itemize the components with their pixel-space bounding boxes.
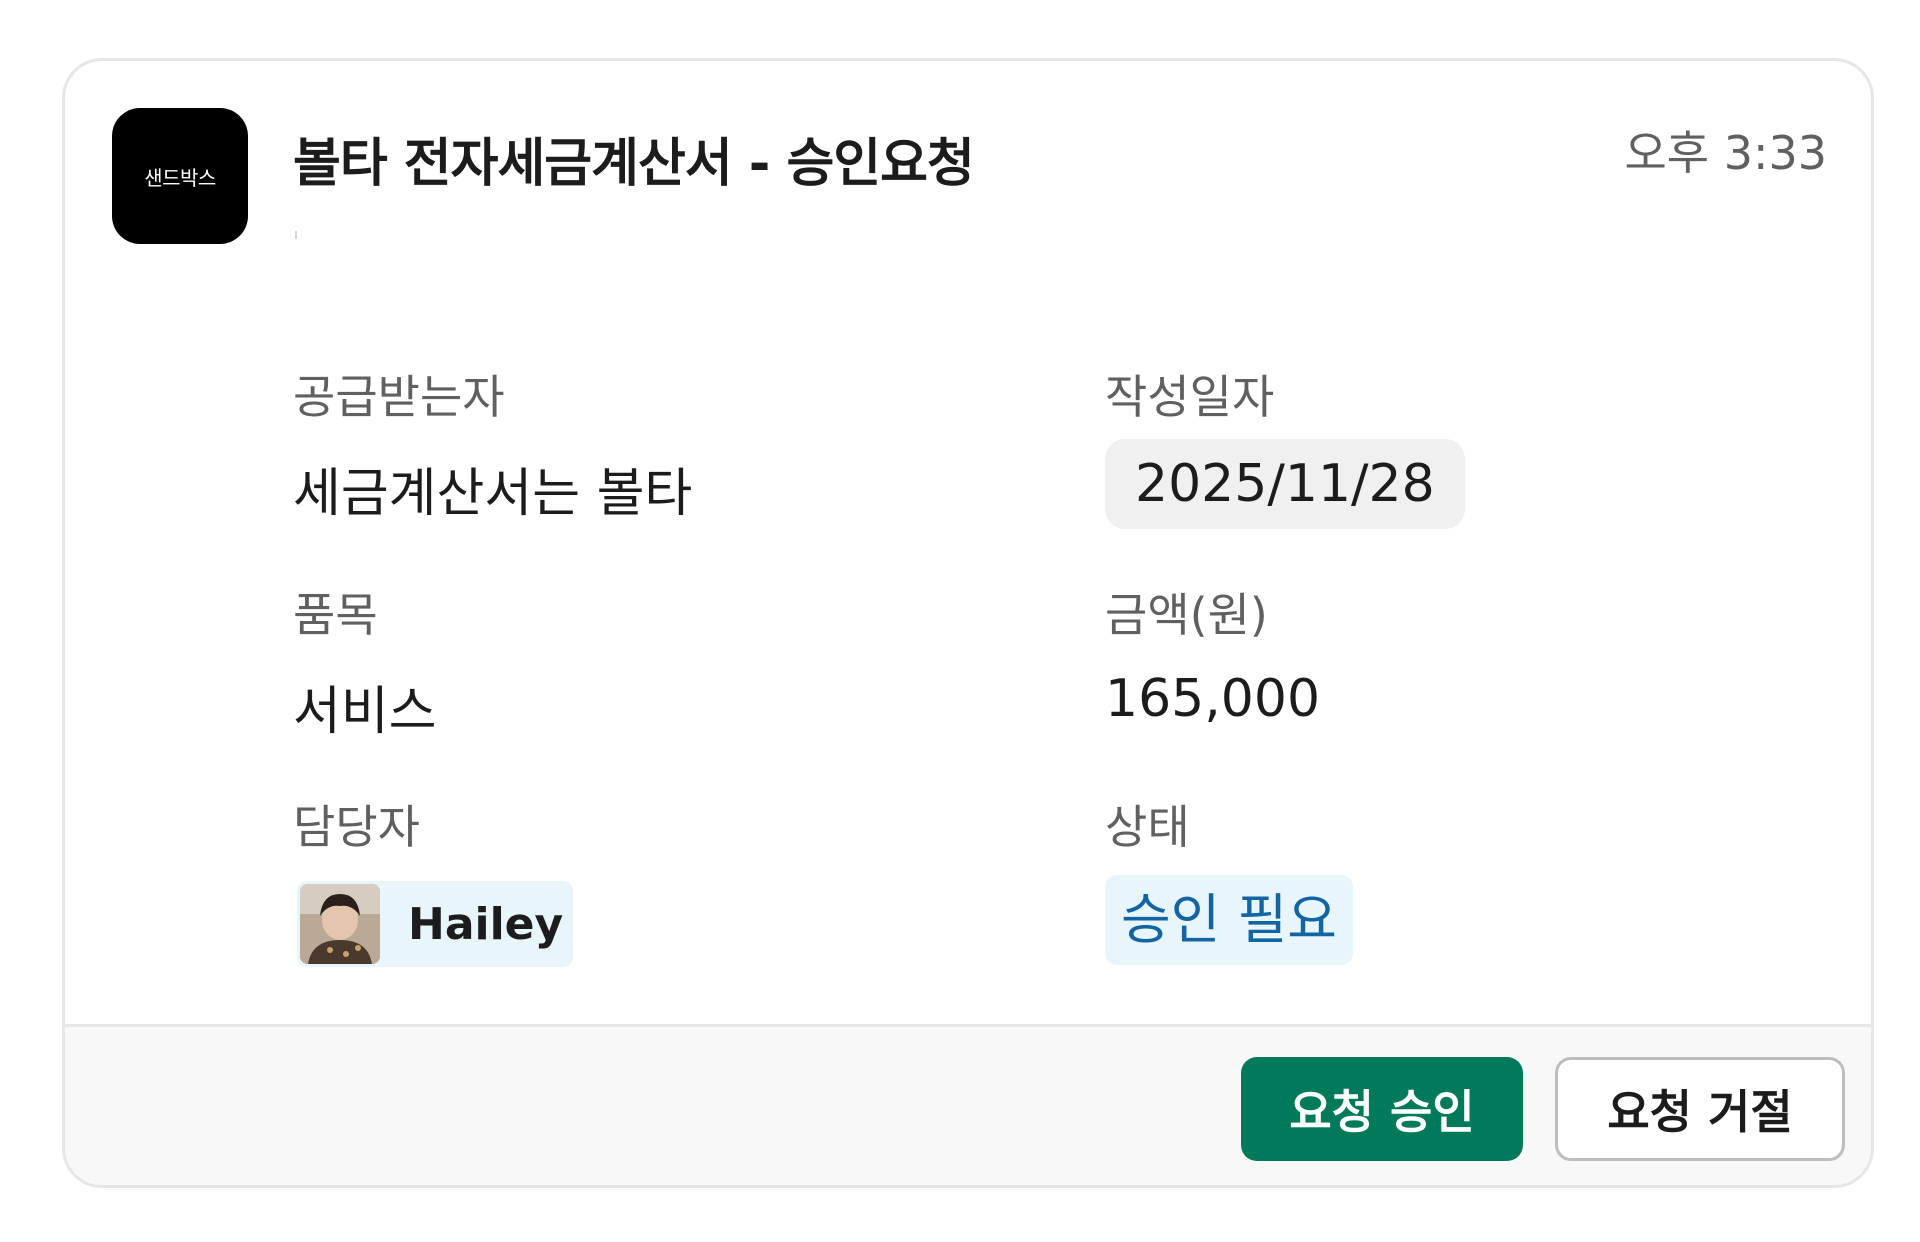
divider-mark xyxy=(295,231,297,239)
message-timestamp[interactable]: 오후 3:33 xyxy=(1624,117,1827,183)
reject-request-button[interactable]: 요청 거절 xyxy=(1555,1057,1845,1161)
amount-label: 금액(원) xyxy=(1105,588,1268,642)
manager-label: 담당자 xyxy=(293,800,420,854)
issue-date-value: 2025/11/28 xyxy=(1105,439,1465,529)
approve-request-button[interactable]: 요청 승인 xyxy=(1241,1057,1523,1161)
user-mention-chip[interactable]: Hailey xyxy=(297,881,573,967)
amount-value: 165,000 xyxy=(1105,669,1321,729)
recipient-value: 세금계산서는 볼타 xyxy=(293,464,693,524)
action-footer: 요청 승인 요청 거절 xyxy=(65,1024,1871,1185)
item-label: 품목 xyxy=(293,588,378,642)
message-title: 볼타 전자세금계산서 - 승인요청 xyxy=(293,134,975,194)
item-value: 서비스 xyxy=(293,682,437,742)
issue-date-label: 작성일자 xyxy=(1105,370,1275,424)
user-mention-name[interactable]: Hailey xyxy=(408,899,563,950)
avatar[interactable] xyxy=(300,884,380,964)
app-logo-text: 샌드박스 xyxy=(144,165,216,190)
status-label: 상태 xyxy=(1105,800,1190,854)
app-logo[interactable]: 샌드박스 xyxy=(112,108,248,244)
recipient-label: 공급받는자 xyxy=(293,370,505,424)
status-badge: 승인 필요 xyxy=(1105,875,1353,965)
approval-message-card: 샌드박스 볼타 전자세금계산서 - 승인요청 오후 3:33 공급받는자 세금계… xyxy=(62,58,1874,1188)
avatar-image-icon xyxy=(300,884,380,964)
